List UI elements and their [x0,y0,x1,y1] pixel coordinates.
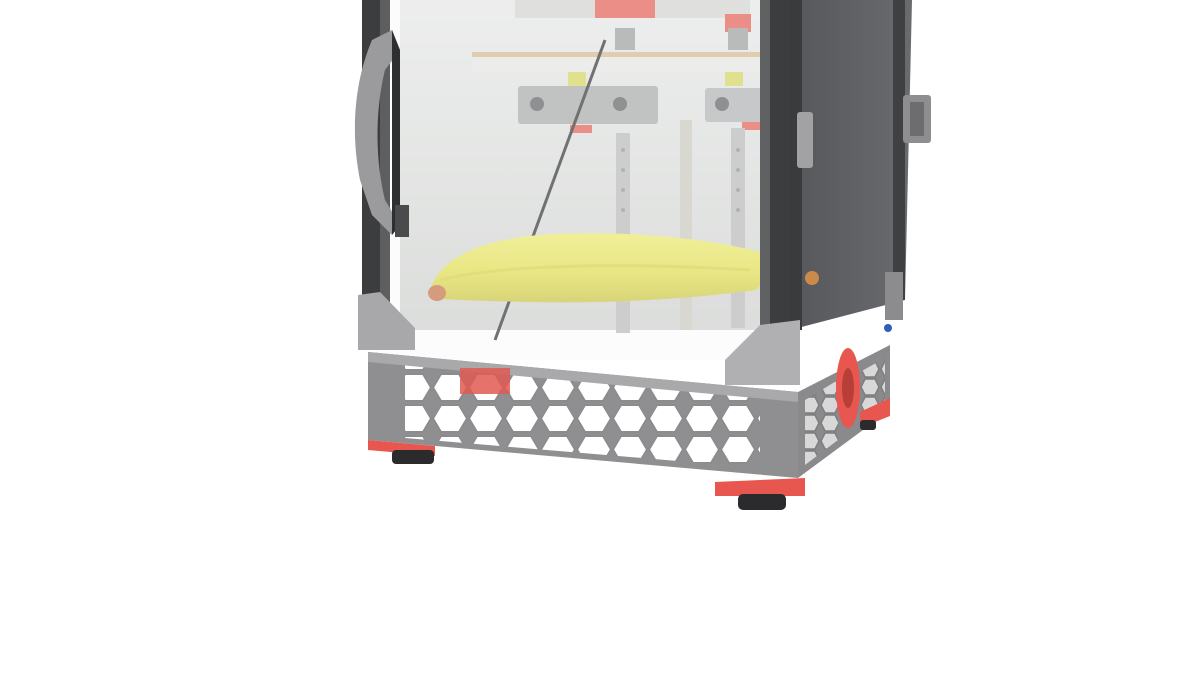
fan-icon [836,348,860,428]
base-interior-accent [460,368,510,394]
status-led [884,324,892,332]
printer-scene [354,0,931,510]
door-hinge [797,112,813,168]
glass-door [375,0,785,360]
side-bracket [903,95,931,143]
